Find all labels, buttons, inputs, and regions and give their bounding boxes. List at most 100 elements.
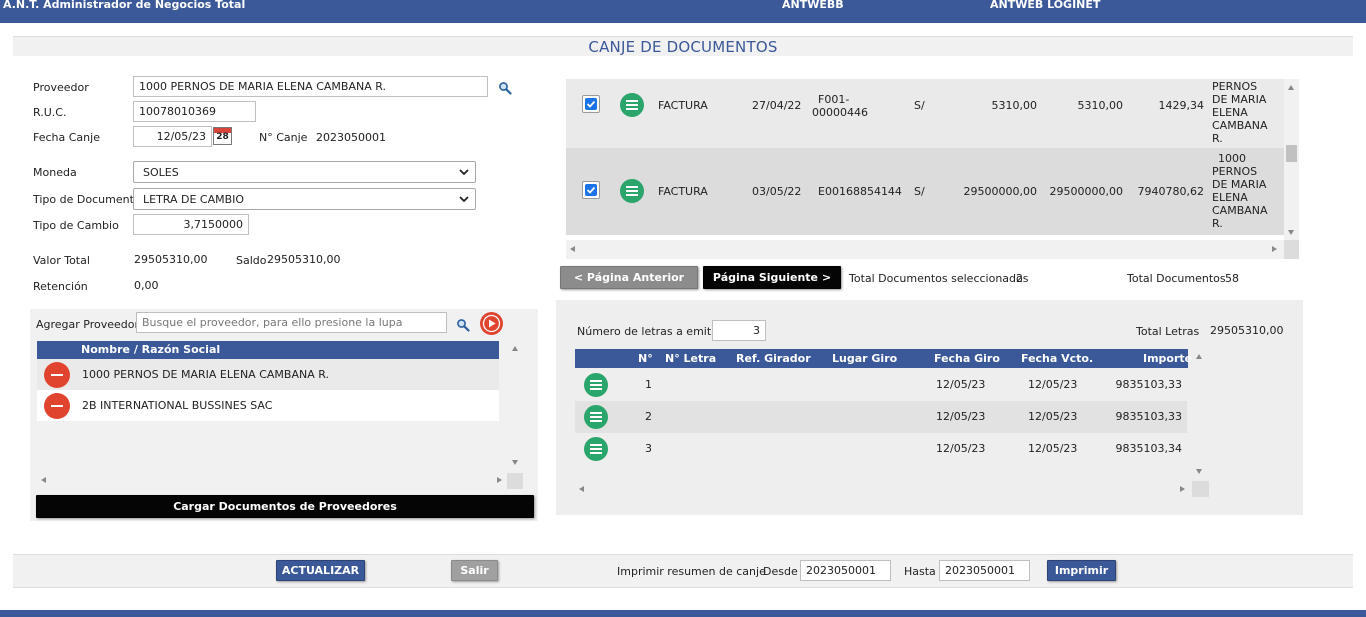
- menu-icon[interactable]: [584, 437, 608, 461]
- search-icon[interactable]: [498, 81, 512, 95]
- doc-tipo: FACTURA: [658, 185, 708, 198]
- documents-horizontal-scrollbar[interactable]: [566, 240, 1284, 259]
- proveedor-label: Proveedor: [33, 81, 89, 94]
- agregar-proveedor-label: Agregar Proveedor: [36, 318, 140, 331]
- moneda-label: Moneda: [33, 166, 77, 179]
- row-checkbox[interactable]: [582, 181, 600, 199]
- saldo-value: 29505310,00: [267, 253, 341, 266]
- fecha-canje-input[interactable]: 12/05/23: [133, 126, 212, 147]
- scroll-up-icon[interactable]: [1196, 354, 1202, 359]
- letter-n: 3: [645, 442, 652, 455]
- scroll-down-icon[interactable]: [512, 460, 518, 465]
- load-documents-button[interactable]: Cargar Documentos de Proveedores: [36, 495, 534, 518]
- desde-input[interactable]: 2023050001: [800, 560, 891, 581]
- remove-icon[interactable]: [44, 393, 70, 419]
- provider-name: 1000 PERNOS DE MARIA ELENA CAMBANA R.: [82, 368, 329, 381]
- salir-button[interactable]: Salir: [451, 560, 498, 581]
- scroll-corner: [1284, 240, 1299, 259]
- remove-icon[interactable]: [44, 362, 70, 388]
- total-selected-value: 2: [1016, 272, 1023, 285]
- table-row[interactable]: 1 12/05/23 12/05/23 9835103,33: [575, 369, 1187, 401]
- doc-numero: F001-: [818, 93, 850, 106]
- documents-vertical-scrollbar[interactable]: [1284, 79, 1299, 240]
- letters-vertical-scrollbar[interactable]: [1192, 349, 1207, 479]
- doc-tc: 7940780,62: [1137, 185, 1204, 198]
- table-row[interactable]: FACTURA 27/04/22 F001- 00000446 S/ 5310,…: [566, 79, 1284, 148]
- letters-count-input[interactable]: 3: [712, 320, 766, 341]
- page-title: CANJE DE DOCUMENTOS: [588, 38, 778, 56]
- letter-importe: 9835103,33: [1115, 410, 1182, 423]
- tipo-cambio-input[interactable]: 3,7150000: [133, 214, 249, 235]
- header-fecha-vcto: Fecha Vcto.: [1021, 352, 1094, 365]
- moneda-select[interactable]: SOLES: [133, 161, 476, 183]
- tipo-documento-select[interactable]: LETRA DE CAMBIO: [133, 188, 476, 210]
- provider-search-input[interactable]: Busque el proveedor, para ello presione …: [136, 312, 447, 333]
- total-docs-label: Total Documentos: [1127, 272, 1226, 285]
- menu-icon[interactable]: [620, 93, 644, 117]
- scroll-down-icon[interactable]: [1196, 469, 1202, 474]
- table-row[interactable]: 2B INTERNATIONAL BUSSINES SAC: [37, 390, 499, 421]
- play-icon[interactable]: [479, 311, 504, 336]
- letter-n: 1: [645, 378, 652, 391]
- calendar-icon[interactable]: 28: [213, 127, 232, 145]
- doc-tc: 1429,34: [1158, 99, 1205, 112]
- scroll-up-icon[interactable]: [512, 346, 518, 351]
- header-importe: Importe: [1143, 352, 1193, 365]
- ruc-input[interactable]: 10078010369: [133, 101, 256, 122]
- total-selected-label: Total Documentos seleccionados: [849, 272, 1029, 285]
- doc-numero-line2: 00000446: [812, 106, 868, 119]
- search-icon[interactable]: [456, 318, 470, 332]
- header-fecha-giro: Fecha Giro: [934, 352, 1000, 365]
- scroll-down-icon[interactable]: [1288, 230, 1294, 235]
- menu-icon[interactable]: [584, 405, 608, 429]
- letters-horizontal-scrollbar[interactable]: [575, 482, 1192, 497]
- header-n: N°: [638, 352, 653, 365]
- scroll-corner: [1192, 481, 1209, 497]
- imprimir-button[interactable]: Imprimir: [1047, 560, 1116, 581]
- scroll-up-icon[interactable]: [1288, 85, 1294, 90]
- menu-icon[interactable]: [584, 373, 608, 397]
- providers-table-header: Nombre / Razón Social: [37, 341, 499, 359]
- doc-moneda: S/: [914, 99, 925, 112]
- proveedor-input[interactable]: 1000 PERNOS DE MARIA ELENA CAMBANA R.: [133, 76, 488, 97]
- nro-canje-label: N° Canje: [259, 131, 308, 144]
- tipo-documento-label: Tipo de Documento: [33, 193, 141, 206]
- scroll-left-icon[interactable]: [579, 486, 584, 492]
- providers-vertical-scrollbar[interactable]: [508, 341, 523, 469]
- imprimir-resumen-label: Imprimir resumen de canje: [617, 565, 766, 578]
- scroll-left-icon[interactable]: [570, 246, 575, 252]
- retencion-value: 0,00: [134, 279, 159, 292]
- prev-page-button[interactable]: < Página Anterior: [560, 266, 698, 289]
- doc-proveedor: PERNOS DE MARIA ELENA CAMBANA R.: [1212, 80, 1268, 145]
- next-page-button[interactable]: Página Siguiente >: [703, 266, 841, 289]
- scroll-corner: [507, 473, 523, 489]
- scroll-right-icon[interactable]: [1180, 486, 1185, 492]
- row-checkbox[interactable]: [582, 95, 600, 113]
- letter-n: 2: [645, 410, 652, 423]
- providers-horizontal-scrollbar[interactable]: [37, 473, 507, 488]
- fecha-canje-label: Fecha Canje: [33, 131, 100, 144]
- table-row[interactable]: 1000 PERNOS DE MARIA ELENA CAMBANA R.: [37, 359, 499, 390]
- table-row[interactable]: 2 12/05/23 12/05/23 9835103,33: [575, 401, 1187, 433]
- letters-count-label: Número de letras a emitir: [577, 325, 719, 338]
- nro-canje-value: 2023050001: [316, 131, 386, 144]
- hasta-label: Hasta: [904, 565, 936, 578]
- header-nombre: Nombre / Razón Social: [81, 343, 221, 356]
- doc-importe: 5310,00: [991, 99, 1038, 112]
- scroll-right-icon[interactable]: [1272, 246, 1277, 252]
- top-right-label[interactable]: ANTWEB LOGINET: [990, 0, 1100, 11]
- provider-name: 2B INTERNATIONAL BUSSINES SAC: [82, 399, 273, 412]
- total-letters-label: Total Letras: [1136, 325, 1200, 338]
- top-center-label[interactable]: ANTWEBB: [782, 0, 844, 11]
- scroll-left-icon[interactable]: [41, 477, 46, 483]
- table-row[interactable]: FACTURA 03/05/22 E00168854144 S/ 2950000…: [566, 148, 1284, 235]
- table-row[interactable]: 3 12/05/23 12/05/23 9835103,34: [575, 433, 1187, 465]
- actualizar-button[interactable]: ACTUALIZAR: [276, 560, 365, 581]
- valor-total-label: Valor Total: [33, 254, 90, 267]
- menu-icon[interactable]: [620, 179, 644, 203]
- scroll-right-icon[interactable]: [497, 477, 502, 483]
- total-letters-value: 29505310,00: [1210, 324, 1284, 337]
- hasta-input[interactable]: 2023050001: [939, 560, 1030, 581]
- scroll-thumb[interactable]: [1286, 145, 1297, 162]
- header-nro-letra: N° Letra: [665, 352, 717, 365]
